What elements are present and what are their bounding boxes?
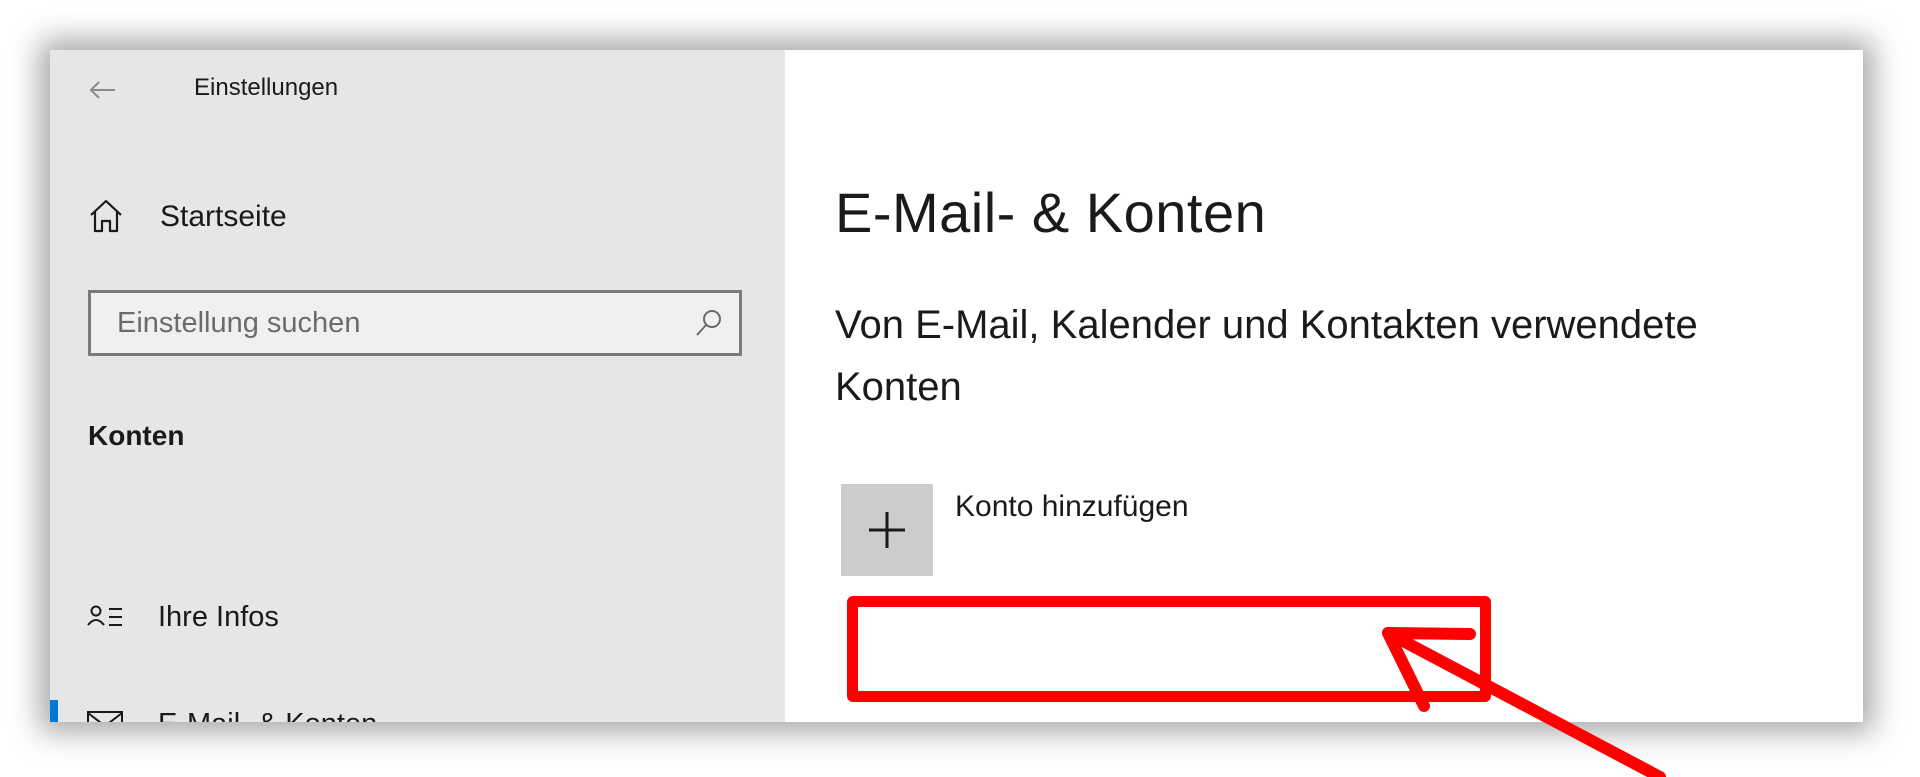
search-icon[interactable]: [693, 307, 725, 339]
page-title: E-Mail- & Konten: [835, 181, 1267, 244]
app-title: Einstellungen: [194, 74, 339, 101]
sidebar: Einstellungen Startseite Konten Ihre Inf…: [50, 50, 785, 722]
sidebar-item-home[interactable]: Startseite: [86, 196, 726, 246]
section-title: Von E-Mail, Kalender und Kontakten verwe…: [835, 303, 1698, 409]
person-list-icon: [87, 605, 122, 626]
sidebar-section-heading: Konten: [88, 420, 185, 451]
settings-search-box: [88, 290, 742, 356]
sidebar-item-ihre-infos[interactable]: Ihre Infos: [50, 585, 785, 649]
sidebar-item-label: Startseite: [160, 200, 287, 233]
annotation-arrow-icon: [1382, 627, 1666, 777]
sidebar-item-label: Ihre Infos: [158, 601, 279, 633]
selection-indicator: [50, 700, 58, 722]
back-arrow-icon[interactable]: [85, 72, 121, 108]
search-input[interactable]: [91, 293, 697, 353]
sidebar-item-email-konten[interactable]: E-Mail- & Konten: [50, 692, 785, 722]
add-account-tile: [841, 484, 933, 576]
add-account-label: Konto hinzufügen: [955, 490, 1189, 523]
plus-icon: [869, 512, 905, 548]
sidebar-item-label: E-Mail- & Konten: [158, 708, 377, 722]
home-icon: [90, 199, 122, 233]
mail-icon: [87, 711, 123, 722]
add-account-button[interactable]: Konto hinzufügen: [841, 484, 1441, 576]
